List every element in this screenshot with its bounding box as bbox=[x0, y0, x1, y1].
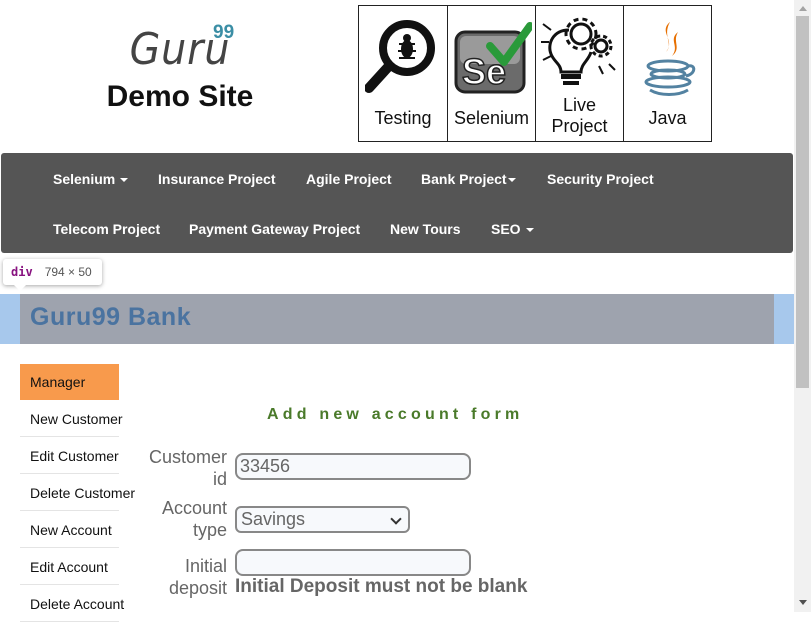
tooltip-dimensions: 794 × 50 bbox=[44, 265, 92, 279]
sidebar-item-label: Edit Account bbox=[30, 558, 108, 575]
nav-payment-gateway-project[interactable]: Payment Gateway Project bbox=[189, 221, 360, 237]
nav-bank-project[interactable]: Bank Project bbox=[421, 171, 516, 187]
sidebar-item-label: Manager bbox=[30, 374, 86, 390]
caret-down-icon bbox=[507, 178, 516, 183]
sidebar-item-label: Edit Customer bbox=[30, 447, 119, 464]
sidebar-item-label: Delete Account bbox=[30, 595, 125, 612]
initial-deposit-error: Initial Deposit must not be blank bbox=[235, 576, 528, 597]
sidebar-item-label: New Customer bbox=[30, 410, 123, 427]
sidebar-item-new-account[interactable]: New Account bbox=[20, 512, 119, 548]
account-type-label: Account type bbox=[162, 497, 227, 541]
sidebar-item-new-customer[interactable]: New Customer bbox=[20, 401, 123, 437]
tile-label: Selenium bbox=[453, 108, 530, 128]
tile-label: Project bbox=[551, 116, 608, 136]
tooltip-tag: div bbox=[11, 265, 33, 279]
scrollbar-thumb[interactable] bbox=[796, 16, 809, 388]
sidebar-item-manager[interactable]: Manager bbox=[20, 364, 119, 400]
label-line: deposit bbox=[168, 578, 227, 598]
nav-telecom-project[interactable]: Telecom Project bbox=[53, 221, 160, 237]
tile-label: Testing bbox=[374, 108, 432, 128]
magnifier-bug-icon bbox=[365, 20, 435, 93]
tile-java[interactable]: Java bbox=[623, 6, 711, 141]
nav-agile-project[interactable]: Agile Project bbox=[306, 171, 392, 187]
sidebar-item-delete-customer[interactable]: Delete Customer bbox=[20, 475, 135, 511]
nav-label: Security Project bbox=[547, 171, 654, 187]
sidebar-item-edit-account[interactable]: Edit Account bbox=[20, 549, 119, 585]
bank-header-highlight: Guru99 Bank bbox=[0, 294, 794, 344]
main-navbar: Selenium Insurance Project Agile Project… bbox=[1, 153, 793, 253]
account-type-selected: Savings bbox=[241, 509, 306, 529]
label-line: Customer bbox=[148, 447, 227, 467]
initial-deposit-label: Initial deposit bbox=[169, 555, 227, 599]
tile-testing[interactable]: Testing bbox=[359, 6, 447, 141]
tile-live-project[interactable]: Live Project bbox=[535, 6, 623, 141]
nav-label: SEO bbox=[491, 221, 521, 237]
scroll-up-arrow-icon[interactable] bbox=[799, 6, 807, 11]
nav-label: Payment Gateway Project bbox=[189, 221, 361, 237]
customer-id-label: Customer id bbox=[149, 446, 227, 490]
bank-title: Guru99 Bank bbox=[30, 303, 192, 331]
sidebar-item-label: Delete Customer bbox=[30, 484, 136, 501]
logo-superscript: 99 bbox=[213, 22, 235, 43]
nav-insurance-project[interactable]: Insurance Project bbox=[158, 171, 276, 187]
page-scrollbar[interactable] bbox=[794, 0, 811, 612]
nav-security-project[interactable]: Security Project bbox=[547, 171, 654, 187]
nav-label: New Tours bbox=[390, 221, 461, 237]
logo-subtitle: Demo Site bbox=[106, 80, 254, 113]
nav-selenium[interactable]: Selenium bbox=[53, 171, 129, 187]
nav-label: Telecom Project bbox=[53, 221, 161, 237]
selenium-icon: Se bbox=[454, 22, 532, 94]
label-line: Initial bbox=[184, 556, 227, 576]
course-tiles: Testing Se Selenium Live Project Java bbox=[358, 5, 712, 142]
label-line: Account bbox=[161, 498, 227, 518]
nav-label: Bank Project bbox=[421, 171, 507, 187]
java-icon bbox=[644, 22, 695, 96]
nav-seo[interactable]: SEO bbox=[491, 221, 534, 237]
lightbulb-gears-icon bbox=[540, 17, 616, 85]
caret-down-icon bbox=[525, 228, 534, 233]
account-type-select[interactable]: Savings bbox=[235, 506, 410, 533]
nav-new-tours[interactable]: New Tours bbox=[390, 221, 461, 237]
sidebar-item-delete-account[interactable]: Delete Account bbox=[20, 586, 124, 622]
form-title: Add new account form bbox=[267, 406, 524, 423]
inspector-tooltip: div 794 × 50 bbox=[3, 259, 102, 291]
bank-header: Guru99 Bank bbox=[20, 294, 774, 344]
customer-id-input[interactable] bbox=[235, 453, 471, 480]
tile-label: Java bbox=[648, 108, 687, 128]
nav-label: Insurance Project bbox=[158, 171, 276, 187]
nav-label: Agile Project bbox=[306, 171, 392, 187]
tile-label: Live bbox=[562, 95, 597, 115]
label-line: type bbox=[192, 520, 227, 540]
chevron-down-icon bbox=[390, 513, 402, 525]
label-line: id bbox=[212, 469, 227, 489]
scroll-down-arrow-icon[interactable] bbox=[799, 600, 807, 605]
tile-selenium[interactable]: Se Selenium bbox=[447, 6, 535, 141]
caret-down-icon bbox=[120, 178, 129, 183]
nav-label: Selenium bbox=[53, 171, 116, 187]
sidebar-item-edit-customer[interactable]: Edit Customer bbox=[20, 438, 119, 474]
initial-deposit-input[interactable] bbox=[235, 549, 471, 576]
sidebar-item-label: New Account bbox=[30, 521, 112, 538]
